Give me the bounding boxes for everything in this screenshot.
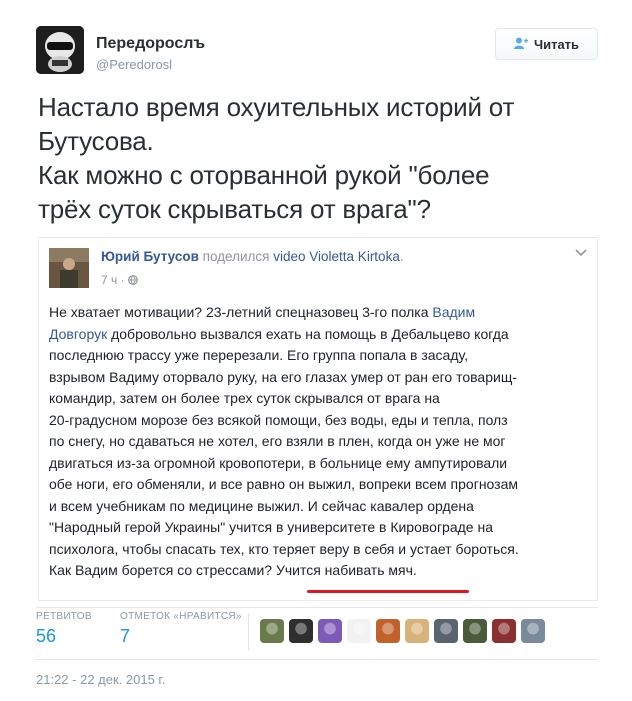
tweet-timestamp[interactable]: 21:22 - 22 дек. 2015 г. xyxy=(36,672,165,687)
retweets-count: 56 xyxy=(36,626,57,646)
fb-post-header: Юрий Бутусов поделился video Violetta Ki… xyxy=(101,249,404,264)
fb-body-line: двигаться из-за огромной кровопотери, в … xyxy=(49,454,508,471)
tweet-line: Бутусова. xyxy=(38,126,154,156)
fb-author-name[interactable]: Юрий Бутусов xyxy=(101,249,199,264)
retweets-stat[interactable]: РЕТВИТОВ 56 xyxy=(36,611,92,647)
liker-avatar-3[interactable] xyxy=(318,619,342,643)
liker-avatar-9[interactable] xyxy=(492,619,516,643)
fb-body-text: Не хватает мотивации? 23-летний спецназо… xyxy=(49,304,433,320)
red-underline-annotation xyxy=(307,590,469,593)
fb-shared-text: поделился xyxy=(202,249,270,264)
fb-post-body: Не хватает мотивации? 23-летний спецназо… xyxy=(49,302,589,582)
fb-video-link[interactable]: video Violetta Kirtoka xyxy=(273,249,400,264)
fb-body-line: по снегу, но сдаваться не хотел, его взя… xyxy=(49,433,506,449)
likes-stat[interactable]: ОТМЕТОК «НРАВИТСЯ» 7 xyxy=(120,611,242,647)
divider xyxy=(36,659,598,660)
fb-body-line: Как Вадим борется со стрессами? Учится н… xyxy=(49,562,417,578)
stats-separator xyxy=(248,613,249,651)
globe-icon xyxy=(128,273,138,287)
tweet-text: Настало время охуительных историй от Бут… xyxy=(38,90,598,226)
fb-body-line: взрывом Вадиму оторвало руку, на его гла… xyxy=(49,368,517,385)
liker-avatar-4[interactable] xyxy=(347,619,371,643)
author-avatar[interactable] xyxy=(36,26,84,74)
tweet-header: Передорослъ @Peredorosl Читать xyxy=(36,26,598,76)
fb-body-line: и всем учебникам по медицине выжил. И се… xyxy=(49,497,474,514)
likes-label: ОТМЕТОК «НРАВИТСЯ» xyxy=(120,611,242,622)
fb-author-avatar[interactable] xyxy=(49,248,89,288)
follow-button[interactable]: Читать xyxy=(495,28,598,60)
liker-avatar-1[interactable] xyxy=(260,619,284,643)
fb-body-line: 20-градусном морозе без всякой помощи, б… xyxy=(49,411,508,428)
follow-label: Читать xyxy=(533,36,580,52)
fb-body-text: добровольно вызвался ехать на помощь в Д… xyxy=(107,325,509,342)
fb-mention-link[interactable]: Вадим xyxy=(432,304,475,320)
chevron-down-icon[interactable] xyxy=(575,248,587,260)
retweets-label: РЕТВИТОВ xyxy=(36,611,92,622)
liker-avatar-7[interactable] xyxy=(434,619,458,643)
likers-avatars xyxy=(260,619,550,643)
fb-body-line: "Народный герой Украины" учится в универ… xyxy=(49,519,493,535)
liker-avatar-8[interactable] xyxy=(463,619,487,643)
likes-count: 7 xyxy=(120,626,131,646)
liker-avatar-6[interactable] xyxy=(405,619,429,643)
liker-avatar-5[interactable] xyxy=(376,619,400,643)
tweet-line: Как можно с оторванной рукой "более xyxy=(38,160,490,190)
fb-post-time[interactable]: 7 ч · xyxy=(101,273,138,287)
tweet-line: трёх суток скрываться от врага"? xyxy=(38,194,431,224)
embedded-facebook-post[interactable]: Юрий Бутусов поделился video Violetta Ki… xyxy=(38,237,598,601)
author-name[interactable]: Передорослъ xyxy=(96,35,205,53)
fb-body-line: последнюю трассу уже перерезали. Его гру… xyxy=(49,347,468,363)
fb-time-text: 7 ч · xyxy=(101,273,125,287)
liker-avatar-2[interactable] xyxy=(289,619,313,643)
tweet-line: Настало время охуительных историй от xyxy=(38,92,515,122)
fb-body-line: командир, затем он более трех суток скры… xyxy=(49,390,440,406)
tweet-stats: РЕТВИТОВ 56 ОТМЕТОК «НРАВИТСЯ» 7 xyxy=(36,611,598,661)
divider xyxy=(36,607,598,608)
fb-body-line: психолога, чтобы спасать тех, кто теряет… xyxy=(49,540,519,557)
fb-body-line: обе ноги, его обменяли, и все равно он в… xyxy=(49,476,519,492)
add-user-icon xyxy=(513,37,528,52)
author-handle[interactable]: @Peredorosl xyxy=(96,57,172,72)
liker-avatar-10[interactable] xyxy=(521,619,545,643)
fb-mention-link[interactable]: Довгорук xyxy=(49,326,107,342)
